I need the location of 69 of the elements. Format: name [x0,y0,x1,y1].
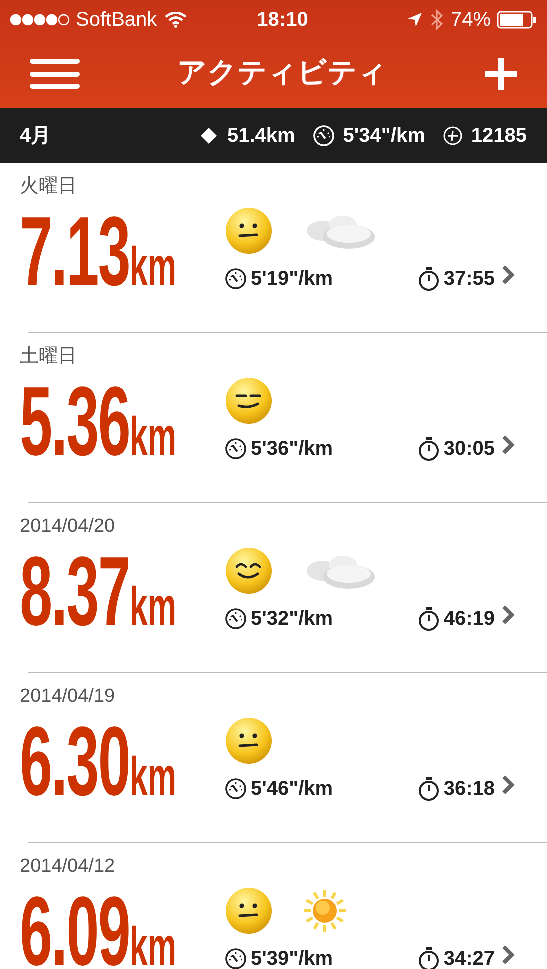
distance-unit: km [130,920,177,969]
activity-date: 2014/04/19 [20,685,116,709]
activity-row[interactable]: 火曜日 7.13km 5'19"/km 37:55 [0,163,547,333]
speedometer-icon [225,948,247,969]
distance-unit: km [130,750,177,804]
speedometer-icon [225,268,247,290]
duration-value: 46:19 [444,606,495,632]
location-arrow-icon [406,12,423,28]
activity-row[interactable]: 2014/04/19 6.30km 5'46"/km 36:18 [0,673,547,843]
screen-title: アクティビティ [178,56,388,92]
signal-icon [10,14,70,26]
activity-date: 土曜日 [20,345,77,369]
activity-row[interactable]: 2014/04/20 8.37km 5'32"/km 46:19 [0,503,547,673]
distance-value: 7.13 [20,202,130,300]
stopwatch-icon [418,606,440,630]
chevron-right-icon [501,774,515,796]
activity-date: 2014/04/20 [20,515,116,539]
distance-unit: km [130,410,177,464]
distance-unit: km [130,580,177,634]
face-icon [225,206,273,254]
face-icon [225,716,273,764]
battery-icon [497,11,537,29]
fuel-total: 12185 [471,124,527,148]
stopwatch-icon [418,436,440,460]
total-distance: 51.4km [227,124,296,148]
speedometer-icon [225,778,247,800]
activity-date: 火曜日 [20,175,77,199]
chevron-right-icon [501,264,515,286]
duration-value: 37:55 [444,266,495,292]
menu-button[interactable] [30,59,80,89]
distance-unit: km [130,240,177,294]
stopwatch-icon [418,946,440,969]
bluetooth-icon [430,9,443,31]
clock-time: 18:10 [257,8,308,33]
plus-circle-icon [443,126,464,146]
duration-value: 34:27 [444,946,495,969]
distance-value: 8.37 [20,542,130,640]
duration-value: 36:18 [444,776,495,802]
distance-value: 6.30 [20,712,130,810]
speedometer-icon [225,438,247,460]
pace-value: 5'36"/km [251,436,334,462]
battery-percent: 74% [450,8,491,33]
activity-date: 2014/04/12 [20,855,116,879]
pace-value: 5'46"/km [251,776,334,802]
face-icon [225,376,273,424]
diamond-icon [201,128,218,144]
speedometer-icon [225,608,247,630]
pace-value: 5'39"/km [251,946,334,969]
pace-value: 5'19"/km [251,266,334,292]
face-icon [225,546,273,594]
speedometer-icon [313,124,336,146]
stopwatch-icon [418,776,440,800]
chevron-right-icon [501,434,515,456]
stopwatch-icon [418,266,440,290]
activity-row[interactable]: 2014/04/12 6.09km 5'39"/km 34:27 [0,843,547,969]
distance-value: 6.09 [20,882,130,969]
average-pace: 5'34"/km [343,124,426,148]
distance-value: 5.36 [20,372,130,470]
sun-icon [303,888,347,932]
carrier-name: SoftBank [76,8,158,33]
chevron-right-icon [501,944,515,966]
pace-value: 5'32"/km [251,606,334,632]
add-button[interactable] [485,58,517,90]
month-label: 4月 [20,124,52,148]
wifi-icon [165,12,188,28]
chevron-right-icon [501,604,515,626]
activity-row[interactable]: 土曜日 5.36km 5'36"/km 30:05 [0,333,547,503]
face-icon [225,886,273,934]
duration-value: 30:05 [444,436,495,462]
